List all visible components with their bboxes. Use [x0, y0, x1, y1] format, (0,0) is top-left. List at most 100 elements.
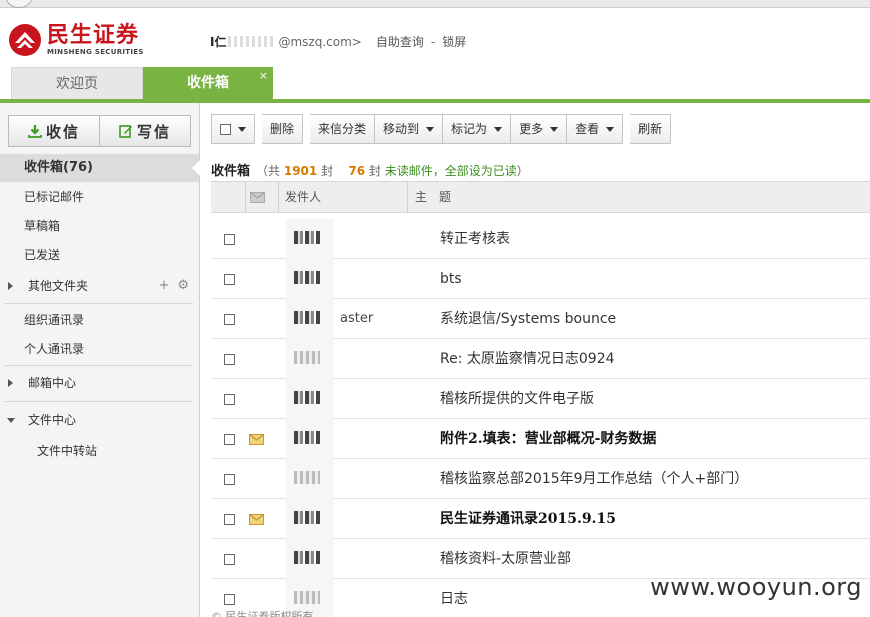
- receive-label: 收信: [45, 122, 80, 141]
- table-row[interactable]: 民生证券通讯录2015.9.15: [211, 499, 870, 539]
- table-header: 发件人 主 题: [211, 181, 870, 213]
- sender-redacted: [286, 459, 334, 499]
- table-row[interactable]: Re: 太原监察情况日志0924: [211, 339, 870, 379]
- self-query-link[interactable]: 自助查询: [376, 33, 424, 50]
- sidebar-item-sent[interactable]: 已发送: [0, 241, 199, 269]
- row-checkbox[interactable]: [224, 514, 235, 525]
- email-subject[interactable]: Re: 太原监察情况日志0924: [440, 339, 615, 379]
- email-subject-unread[interactable]: 附件2.填表：营业部概况-财务数据: [440, 419, 656, 459]
- table-row[interactable]: 附件2.填表：营业部概况-财务数据: [211, 419, 870, 459]
- row-checkbox[interactable]: [224, 594, 235, 605]
- email-subject[interactable]: 日志: [440, 579, 468, 617]
- pixelated-sender: [294, 511, 320, 524]
- browser-back-button[interactable]: [6, 0, 32, 8]
- email-subject[interactable]: 稽核监察总部2015年9月工作总结（个人+部门）: [440, 459, 748, 499]
- unread-count: 76: [348, 164, 366, 178]
- sender-redacted: [286, 219, 334, 259]
- email-subject[interactable]: 系统退信/Systems bounce: [440, 299, 616, 339]
- total-unit: 封: [321, 164, 334, 178]
- row-checkbox[interactable]: [224, 434, 235, 445]
- close-icon[interactable]: ×: [259, 59, 268, 92]
- move-to-button[interactable]: 移动到: [375, 114, 444, 144]
- sender-redacted: [286, 539, 334, 579]
- redacted-email: [228, 36, 277, 47]
- column-header-subject[interactable]: 主 题: [415, 182, 451, 212]
- row-checkbox[interactable]: [224, 314, 235, 325]
- more-button[interactable]: 更多: [511, 114, 568, 144]
- collapse-arrow-icon[interactable]: [7, 418, 15, 423]
- user-info: I仁 @mszq.com> 自助查询 - 锁屏: [210, 33, 466, 50]
- pixelated-sender: [294, 391, 320, 404]
- mail-toolbar: 删除 来信分类 移动到 标记为 更多 查看 刷新: [211, 114, 672, 144]
- email-subject[interactable]: bts: [440, 259, 462, 299]
- move-to-label: 移动到: [383, 122, 420, 136]
- sidebar-item-personal-contacts[interactable]: 个人通讯录: [0, 335, 199, 363]
- sidebar-item-file-transfer[interactable]: 文件中转站: [0, 437, 199, 465]
- inbox-summary: 收件箱 （共 1901 封 76 封 未读邮件，全部设为已读）: [211, 160, 529, 179]
- unread-mail-icon: [249, 514, 264, 525]
- sidebar-item-mailbox-center[interactable]: 邮箱中心: [0, 369, 199, 397]
- compose-button[interactable]: 写信: [99, 116, 190, 146]
- expand-arrow-icon[interactable]: [8, 379, 13, 387]
- sidebar-item-org-contacts[interactable]: 组织通讯录: [0, 306, 199, 334]
- expand-arrow-icon[interactable]: [8, 282, 13, 290]
- email-subject-unread[interactable]: 民生证券通讯录2015.9.15: [440, 499, 616, 539]
- logo-chinese-text: 民生证券: [47, 22, 140, 48]
- row-checkbox[interactable]: [224, 554, 235, 565]
- logo-english-text: MINSHENG SECURITIES: [47, 47, 144, 56]
- gear-icon[interactable]: ⚙: [177, 278, 189, 293]
- chevron-down-icon: [550, 126, 559, 132]
- unread-unit: 封: [368, 164, 381, 178]
- column-separator: [407, 182, 408, 212]
- view-button[interactable]: 查看: [567, 114, 624, 144]
- table-row[interactable]: 转正考核表: [211, 219, 870, 259]
- table-row[interactable]: bts: [211, 259, 870, 299]
- mark-as-button[interactable]: 标记为: [443, 114, 512, 144]
- select-all-dropdown[interactable]: [211, 114, 255, 144]
- logo: 民生证券 MINSHENG SECURITIES: [8, 23, 144, 57]
- compose-label: 写信: [136, 122, 171, 141]
- sender-redacted: [286, 379, 334, 419]
- select-all-checkbox[interactable]: [220, 123, 231, 135]
- unread-link[interactable]: 未读邮件: [385, 164, 433, 178]
- tab-bar: 欢迎页 收件箱 ×: [0, 67, 870, 100]
- sidebar-item-file-center[interactable]: 文件中心: [0, 406, 199, 434]
- tab-welcome[interactable]: 欢迎页: [11, 67, 143, 100]
- other-folders-label: 其他文件夹: [28, 279, 89, 293]
- row-checkbox[interactable]: [224, 394, 235, 405]
- copyright-footer: © 民生证券版权所有: [211, 610, 314, 617]
- sidebar-item-inbox[interactable]: 收件箱(76): [0, 154, 200, 182]
- row-checkbox[interactable]: [224, 354, 235, 365]
- separator: -: [430, 34, 436, 49]
- mark-all-read-link[interactable]: ，全部设为已读: [433, 164, 517, 178]
- sidebar-item-flagged[interactable]: 已标记邮件: [0, 183, 199, 211]
- mailbox-center-label: 邮箱中心: [28, 376, 77, 390]
- row-checkbox[interactable]: [224, 474, 235, 485]
- sender-redacted: [286, 499, 334, 539]
- file-center-label: 文件中心: [28, 413, 77, 427]
- add-folder-icon[interactable]: +: [158, 278, 169, 293]
- tab-inbox[interactable]: 收件箱 ×: [143, 67, 273, 100]
- divider: [4, 401, 193, 402]
- table-row[interactable]: 稽核监察总部2015年9月工作总结（个人+部门）: [211, 459, 870, 499]
- pixelated-sender: [294, 351, 320, 364]
- mark-as-label: 标记为: [451, 122, 488, 136]
- receive-button[interactable]: 收信: [9, 116, 99, 146]
- table-row[interactable]: 稽核所提供的文件电子版: [211, 379, 870, 419]
- email-subject[interactable]: 转正考核表: [440, 219, 510, 259]
- delete-button[interactable]: 删除: [262, 114, 304, 144]
- row-checkbox[interactable]: [224, 234, 235, 245]
- email-subject[interactable]: 稽核所提供的文件电子版: [440, 379, 594, 419]
- email-subject[interactable]: 稽核资料-太原营业部: [440, 539, 571, 579]
- divider: [4, 365, 193, 366]
- column-header-sender[interactable]: 发件人: [285, 182, 321, 212]
- sidebar-item-drafts[interactable]: 草稿箱: [0, 212, 199, 240]
- more-label: 更多: [519, 122, 544, 136]
- classify-button[interactable]: 来信分类: [310, 114, 376, 144]
- sidebar-item-other-folders[interactable]: 其他文件夹 + ⚙: [0, 272, 199, 300]
- pixelated-sender: [294, 471, 320, 484]
- refresh-button[interactable]: 刷新: [630, 114, 672, 144]
- table-row[interactable]: aster 系统退信/Systems bounce: [211, 299, 870, 339]
- lock-screen-link[interactable]: 锁屏: [442, 33, 466, 50]
- row-checkbox[interactable]: [224, 274, 235, 285]
